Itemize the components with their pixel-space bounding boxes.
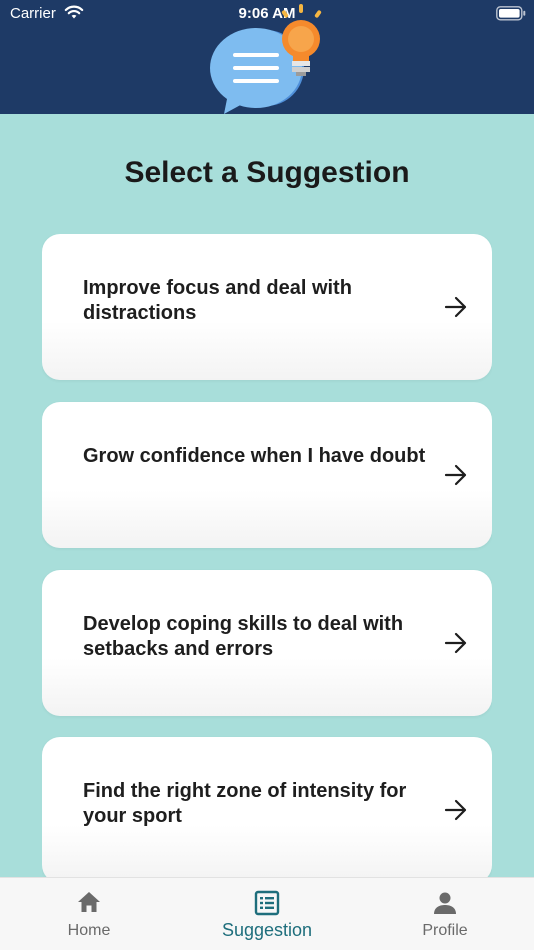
suggestion-label: Find the right zone of intensity for you… [83, 780, 407, 827]
nav-item-home[interactable]: Home [0, 878, 178, 950]
suggestion-label: Grow confidence when I have doubt [83, 445, 426, 467]
nav-item-profile[interactable]: Profile [356, 878, 534, 950]
arrow-right-icon [444, 632, 467, 654]
arrow-right-icon [444, 296, 467, 318]
suggestion-card-focus[interactable]: Improve focus and deal with distractions [42, 234, 492, 380]
page-title: Select a Suggestion [124, 156, 410, 189]
suggestion-label: Improve focus and deal with distractions [83, 277, 352, 324]
battery-icon [496, 6, 526, 21]
arrow-right-icon [444, 799, 467, 821]
arrow-right-icon [444, 464, 467, 486]
nav-label-suggestion: Suggestion [221, 920, 313, 940]
app-header: Carrier 9:06 AM [0, 0, 534, 114]
nav-item-suggestion[interactable]: Suggestion [178, 878, 356, 950]
list-icon [178, 890, 356, 918]
home-icon [0, 890, 178, 918]
suggestion-list: Improve focus and deal with distractions… [42, 234, 492, 877]
suggestion-card-coping[interactable]: Develop coping skills to deal with setba… [42, 570, 492, 716]
suggestion-card-confidence[interactable]: Grow confidence when I have doubt [42, 402, 492, 548]
nav-label-home: Home [67, 922, 111, 939]
suggestion-label: Develop coping skills to deal with setba… [83, 613, 404, 660]
nav-label-profile: Profile [422, 922, 468, 939]
chat-bubble-lightbulb-icon [210, 4, 322, 114]
person-icon [356, 890, 534, 918]
suggestion-card-intensity[interactable]: Find the right zone of intensity for you… [42, 737, 492, 877]
bottom-nav: Home Suggestion Profile [0, 877, 534, 950]
